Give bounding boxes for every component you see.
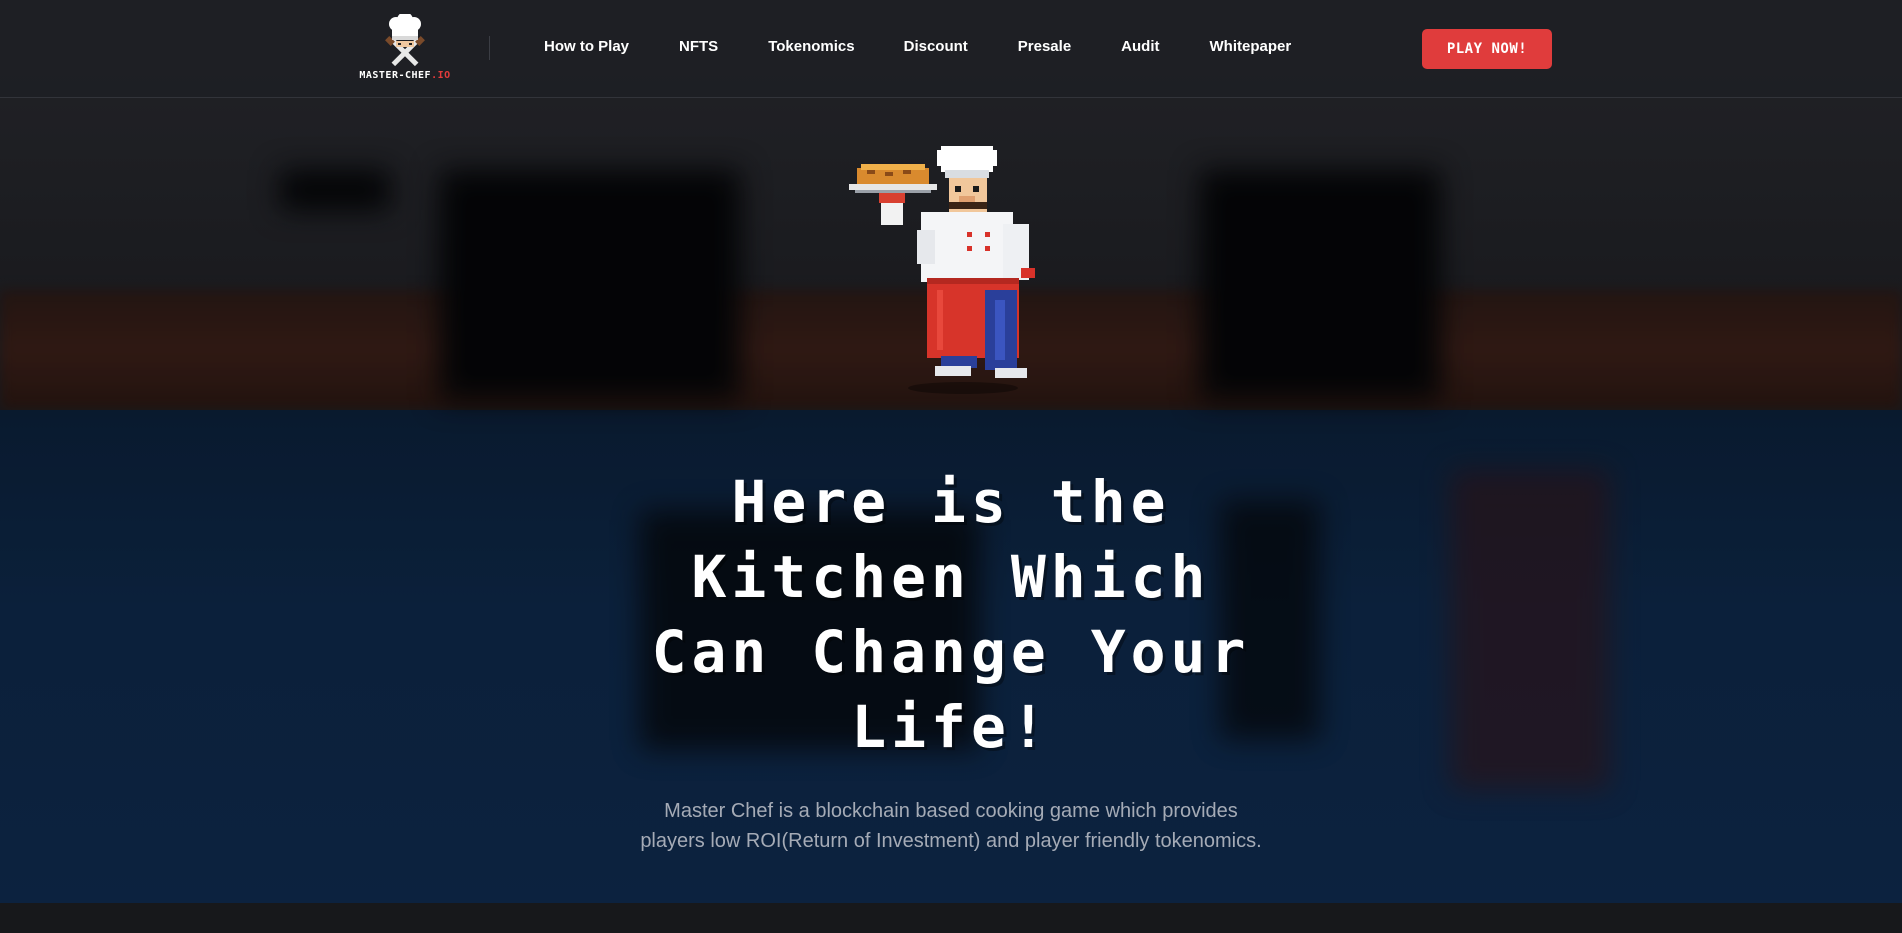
nav-discount[interactable]: Discount bbox=[904, 38, 968, 60]
site-logo[interactable]: MASTER-CHEF.IO bbox=[350, 12, 460, 84]
headline-line: Can Change Your bbox=[651, 618, 1251, 686]
headline-line: Life! bbox=[851, 693, 1051, 761]
header-divider bbox=[489, 36, 490, 60]
hero-subtitle: Master Chef is a blockchain based cookin… bbox=[601, 796, 1301, 856]
chef-hat-crossed-knives-icon bbox=[385, 12, 425, 67]
subtitle-line: players low ROI(Return of Investment) an… bbox=[640, 830, 1262, 852]
logo-wordmark: MASTER-CHEF.IO bbox=[359, 70, 451, 81]
main-nav: How to Play NFTS Tokenomics Discount Pre… bbox=[544, 38, 1291, 60]
nav-nfts[interactable]: NFTS bbox=[679, 38, 718, 60]
headline-line: Here is the bbox=[731, 468, 1171, 536]
subtitle-line: Master Chef is a blockchain based cookin… bbox=[664, 800, 1238, 822]
nav-how-to-play[interactable]: How to Play bbox=[544, 38, 629, 60]
play-now-button[interactable]: PLAY NOW! bbox=[1422, 29, 1552, 69]
nav-presale[interactable]: Presale bbox=[1018, 38, 1071, 60]
nav-audit[interactable]: Audit bbox=[1121, 38, 1159, 60]
nav-tokenomics[interactable]: Tokenomics bbox=[768, 38, 854, 60]
hero-headline: Here is the Kitchen Which Can Change You… bbox=[551, 465, 1351, 765]
pixel-chef-holding-pie-icon bbox=[849, 146, 1035, 394]
headline-line: Kitchen Which bbox=[691, 543, 1211, 611]
nav-whitepaper[interactable]: Whitepaper bbox=[1210, 38, 1292, 60]
site-header: MASTER-CHEF.IO How to Play NFTS Tokenomi… bbox=[0, 0, 1902, 98]
